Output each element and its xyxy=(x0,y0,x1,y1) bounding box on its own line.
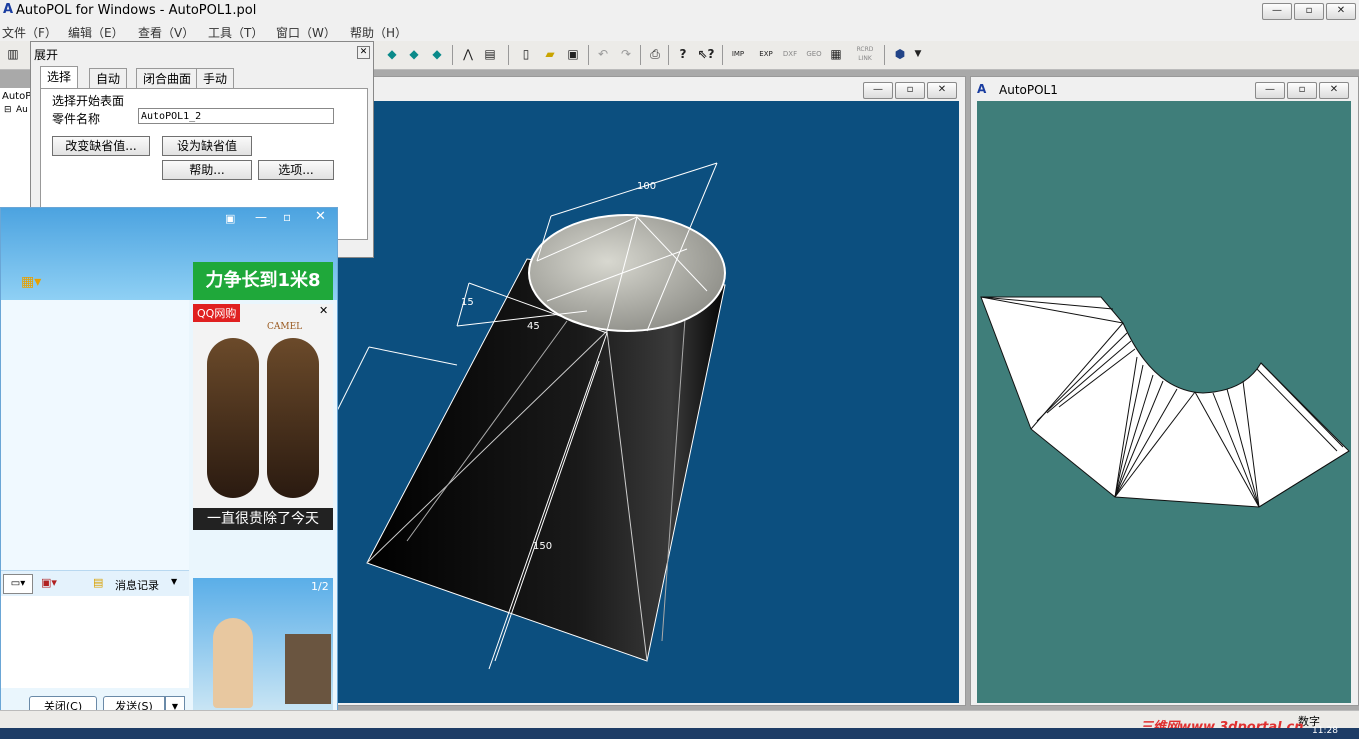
select-start-surface-label: 选择开始表面 xyxy=(52,94,125,108)
redo-icon[interactable]: ↷ xyxy=(616,45,636,64)
flat-window-icon: A xyxy=(977,82,987,96)
tree-expand-icon[interactable]: ⊟ xyxy=(4,105,12,115)
flat-window: A AutoPOL1 — ▫ ✕ xyxy=(970,76,1359,706)
cube-alt-icon[interactable]: ◆ xyxy=(404,45,424,64)
qq-minimize-icon[interactable]: — xyxy=(255,210,267,224)
qq-tools-icon[interactable]: ▣▾ xyxy=(41,576,57,589)
minimize-button[interactable]: — xyxy=(1262,3,1292,20)
menu-edit[interactable]: 编辑（E） xyxy=(68,24,124,41)
qq-ad-1[interactable]: 力争长到1米8 xyxy=(193,262,333,300)
qq-toolbar: ▭▾ ▣▾ ▤ 消息记录 ▼ xyxy=(1,570,189,597)
menu-window[interactable]: 窗口（W） xyxy=(276,24,336,41)
view3d-minimize-button[interactable]: — xyxy=(863,82,893,99)
qq-skin-icon[interactable]: ▣ xyxy=(225,212,235,225)
flat-canvas[interactable] xyxy=(977,101,1351,703)
flat-window-title: AutoPOL1 xyxy=(999,83,1058,97)
dim-len: 150 xyxy=(533,541,552,552)
tab-manual[interactable]: 手动 xyxy=(196,68,235,89)
dim-a: 15 xyxy=(461,297,474,308)
new-file-icon[interactable]: ▯ xyxy=(516,45,536,64)
undo-icon[interactable]: ↶ xyxy=(593,45,613,64)
tab-auto[interactable]: 自动 xyxy=(89,68,128,89)
app-title-bar: A AutoPOL for Windows - AutoPOL1.pol — ▫… xyxy=(0,0,1359,23)
ad-close-icon[interactable]: ✕ xyxy=(319,304,328,317)
help-button[interactable]: 帮助... xyxy=(162,160,252,180)
material-icon[interactable]: ⬢ xyxy=(890,45,910,64)
cube-icon[interactable]: ◆ xyxy=(382,45,402,64)
menu-bar: 文件（F） 编辑（E） 查看（V） 工具（T） 窗口（W） 帮助（H） xyxy=(0,22,1359,41)
qq-message-history[interactable]: 消息记录 xyxy=(115,577,159,593)
taskbar-clock: 11:28 xyxy=(1312,726,1338,736)
dim-top: 100 xyxy=(637,181,656,192)
print-icon[interactable]: ⎙ xyxy=(645,45,665,64)
cone-opening xyxy=(528,214,726,332)
ad-caption: 一直很贵除了今天 xyxy=(193,508,333,530)
menu-view[interactable]: 查看（V） xyxy=(138,24,194,41)
avatar xyxy=(213,618,253,708)
dropdown-arrow-icon[interactable]: ▼ xyxy=(908,45,928,64)
unfold-sheet-icon[interactable]: ▤ xyxy=(480,45,500,64)
shoes-image xyxy=(203,338,323,506)
house-image xyxy=(285,634,331,704)
view3d-title-bar: — ▫ ✕ xyxy=(337,77,965,103)
context-help-icon[interactable]: ⇖? xyxy=(696,45,716,64)
flat-maximize-button[interactable]: ▫ xyxy=(1287,82,1317,99)
dxf-icon[interactable]: DXF xyxy=(780,45,800,64)
view3d-window: — ▫ ✕ 100 15 45 150 xyxy=(336,76,966,706)
menu-tools[interactable]: 工具（T） xyxy=(208,24,263,41)
change-default-button[interactable]: 改变缺省值... xyxy=(52,136,150,156)
app-logo-icon: A xyxy=(3,2,14,17)
help-icon[interactable]: ? xyxy=(673,45,693,64)
flat-close-button[interactable]: ✕ xyxy=(1319,82,1349,99)
qq-close-icon[interactable]: ✕ xyxy=(315,209,326,224)
maximize-button[interactable]: ▫ xyxy=(1294,3,1324,20)
qq-maximize-icon[interactable]: ▫ xyxy=(283,210,291,224)
qq-history-icon: ▤ xyxy=(93,576,104,589)
tab-select[interactable]: 选择 xyxy=(40,66,79,89)
tree-panel: AutoP ⊟ Au xyxy=(0,88,31,210)
qq-ad-3[interactable]: 1/2 xyxy=(193,578,333,718)
view3d-close-button[interactable]: ✕ xyxy=(927,82,957,99)
view3d-maximize-button[interactable]: ▫ xyxy=(895,82,925,99)
camel-logo: CAMEL xyxy=(267,322,303,332)
cube-solid-icon[interactable]: ◆ xyxy=(427,45,447,64)
part-name-input[interactable] xyxy=(138,108,334,124)
qq-history-arrow-icon[interactable]: ▼ xyxy=(171,577,177,586)
dim-b: 45 xyxy=(527,321,540,332)
menu-help[interactable]: 帮助（H） xyxy=(350,24,407,41)
dialog-title: 展开 xyxy=(34,48,59,62)
tree-root[interactable]: AutoP xyxy=(2,91,31,102)
set-default-button[interactable]: 设为缺省值 xyxy=(162,136,252,156)
import-icon[interactable]: IMP xyxy=(728,45,748,64)
factory-icon[interactable]: ▥ xyxy=(3,45,23,64)
grid-icon[interactable]: ▦ xyxy=(826,45,846,64)
app-title: AutoPOL for Windows - AutoPOL1.pol xyxy=(16,3,257,18)
geo-icon[interactable]: GEO xyxy=(804,45,824,64)
taskbar: 11:28 xyxy=(0,726,1359,739)
qq-message-area[interactable] xyxy=(1,300,189,570)
tree-child[interactable]: Au xyxy=(16,105,28,115)
record-link-icon[interactable]: RCRD LINK xyxy=(852,45,878,64)
flat-minimize-button[interactable]: — xyxy=(1255,82,1285,99)
qq-ad-2[interactable]: QQ网购 ✕ CAMEL 一直很贵除了今天 xyxy=(193,304,333,530)
unfold-icon[interactable]: ⋀ xyxy=(458,45,478,64)
qq-ad-page: 1/2 xyxy=(311,580,329,593)
dialog-close-icon[interactable]: ✕ xyxy=(357,46,370,59)
export-icon[interactable]: EXP xyxy=(756,45,776,64)
qq-apps-icon[interactable]: ▦▾ xyxy=(21,274,41,290)
menu-file[interactable]: 文件（F） xyxy=(2,24,57,41)
qq-input-area[interactable] xyxy=(1,596,189,688)
close-button[interactable]: ✕ xyxy=(1326,3,1356,20)
open-folder-icon[interactable]: ▰ xyxy=(540,45,560,64)
flat-title-bar: A AutoPOL1 — ▫ ✕ xyxy=(971,77,1358,103)
options-button[interactable]: 选项... xyxy=(258,160,334,180)
qq-screen-icon[interactable]: ▭▾ xyxy=(3,574,33,594)
qq-shop-badge: QQ网购 xyxy=(193,304,241,322)
save-icon[interactable]: ▣ xyxy=(563,45,583,64)
part-name-label: 零件名称 xyxy=(52,112,101,126)
tab-closed-surface[interactable]: 闭合曲面 xyxy=(136,68,199,89)
view3d-canvas[interactable]: 100 15 45 150 xyxy=(337,101,959,703)
qq-chat-window: ▣ — ▫ ✕ ▦▾ 力争长到1米8 QQ网购 ✕ CAMEL 一直很贵除了今天… xyxy=(0,207,338,723)
